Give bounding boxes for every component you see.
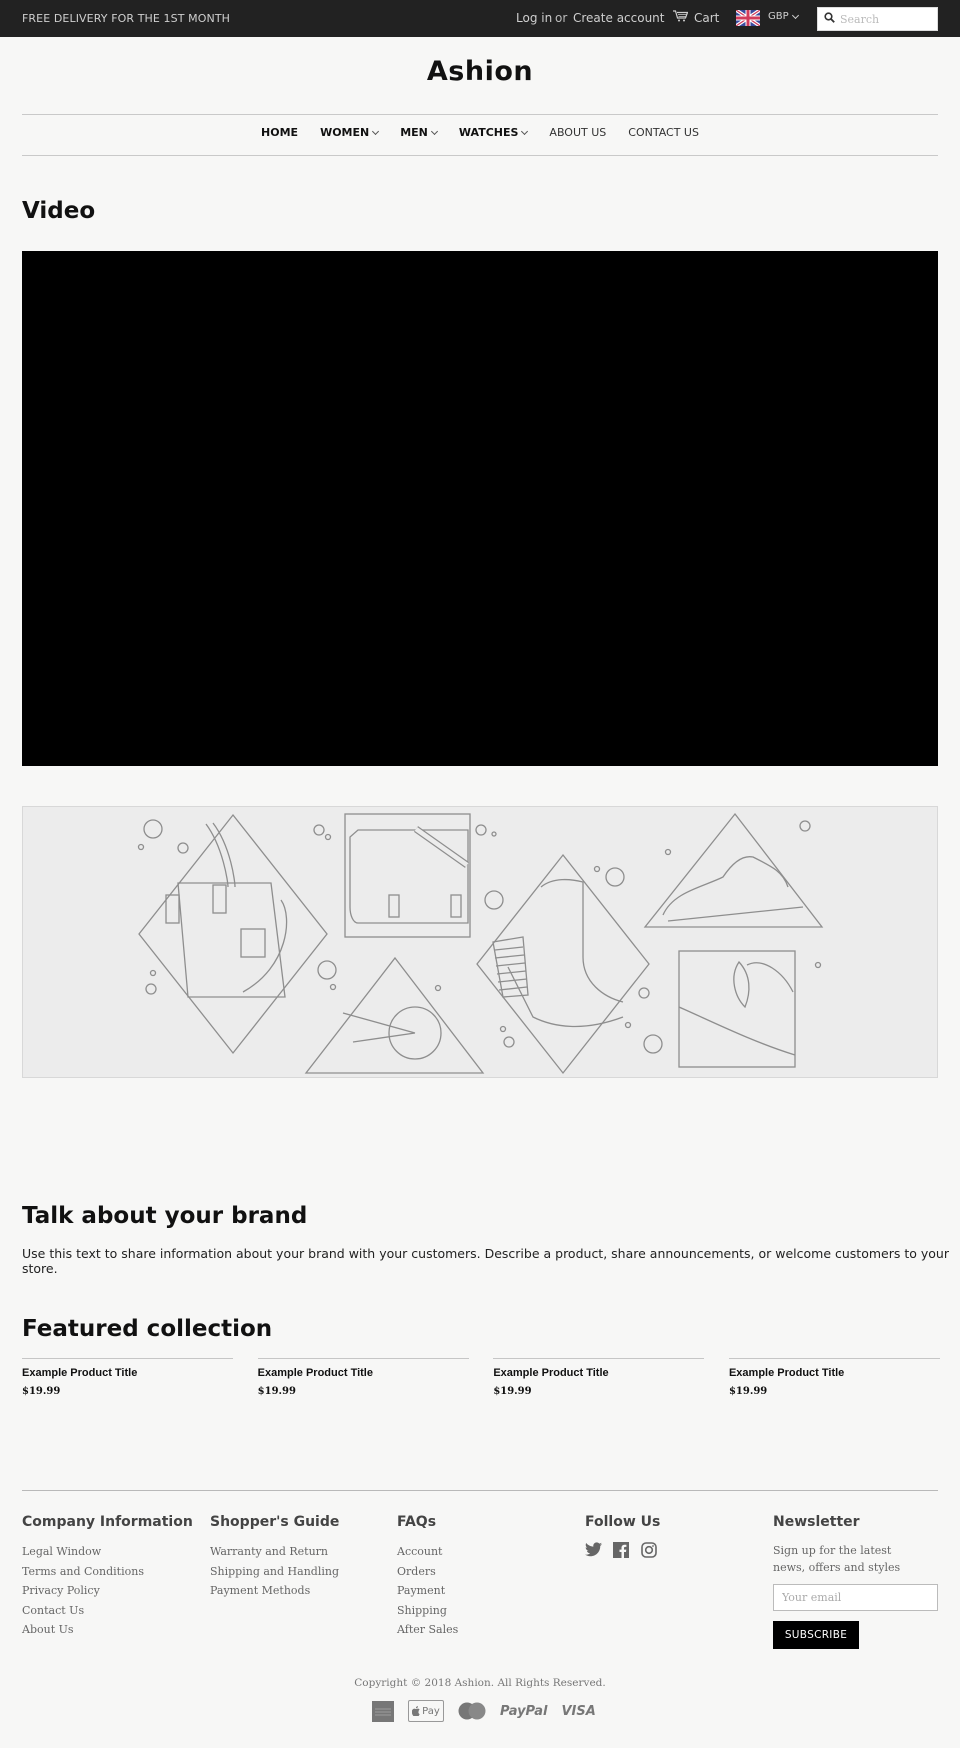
nav-divider-bottom [22, 155, 938, 156]
chevron-down-icon [372, 127, 380, 135]
nav-item-men[interactable]: MEN [400, 126, 438, 139]
search-icon [824, 12, 835, 26]
footer-newsletter-column: Newsletter Sign up for the latest news, … [773, 1514, 938, 1649]
product-price: $19.99 [257, 1386, 296, 1397]
main-nav: HOME WOMEN MEN WATCHES ABOUT US CONTACT … [0, 126, 960, 139]
footer-link-terms[interactable]: Terms and Conditions [22, 1562, 193, 1582]
social-links [585, 1542, 660, 1560]
nav-label: MEN [400, 126, 428, 139]
footer-link-payment[interactable]: Payment [397, 1581, 458, 1601]
nav-item-contact-us[interactable]: CONTACT US [628, 126, 699, 139]
chevron-down-icon [791, 11, 799, 19]
product-title[interactable]: Example Product Title [22, 1367, 233, 1379]
product-title[interactable]: Example Product Title [493, 1367, 704, 1379]
product-grid: Example Product Title $19.99 Example Pro… [22, 1358, 940, 1397]
footer-company-column: Company Information Legal Window Terms a… [22, 1514, 193, 1640]
newsletter-email-input[interactable] [773, 1584, 938, 1611]
cart-link[interactable]: Cart [673, 10, 719, 25]
nav-divider-top [22, 114, 938, 115]
footer-link-shipping-handling[interactable]: Shipping and Handling [210, 1562, 339, 1582]
product-card[interactable]: Example Product Title $19.99 [493, 1358, 705, 1397]
fashion-illustration [137, 812, 824, 1075]
illustration-banner [22, 806, 938, 1078]
amex-icon [372, 1700, 394, 1722]
product-price: $19.99 [22, 1386, 61, 1397]
search-input[interactable] [840, 12, 930, 26]
uk-flag-icon[interactable] [735, 8, 761, 28]
footer-link-account[interactable]: Account [397, 1542, 458, 1562]
product-card[interactable]: Example Product Title $19.99 [22, 1358, 233, 1397]
cart-icon [673, 10, 689, 25]
announcement-bar: FREE DELIVERY FOR THE 1ST MONTH Log in o… [0, 0, 960, 37]
site-logo[interactable]: Ashion [0, 56, 960, 87]
footer-link-orders[interactable]: Orders [397, 1562, 458, 1582]
footer-link-payment-methods[interactable]: Payment Methods [210, 1581, 339, 1601]
product-price: $19.99 [493, 1386, 532, 1397]
footer-faqs-column: FAQs Account Orders Payment Shipping Aft… [397, 1514, 458, 1640]
currency-selector[interactable]: GBP [768, 11, 799, 22]
product-price: $19.99 [728, 1386, 768, 1397]
product-title[interactable]: Example Product Title [258, 1367, 469, 1379]
brand-section-title: Talk about your brand [22, 1203, 308, 1229]
or-text: or [555, 11, 568, 25]
twitter-icon[interactable] [585, 1542, 603, 1560]
footer-heading: Shopper's Guide [210, 1514, 340, 1530]
newsletter-description: Sign up for the latest news, offers and … [773, 1544, 901, 1574]
footer-heading: Newsletter [773, 1514, 860, 1530]
nav-item-about-us[interactable]: ABOUT US [549, 126, 606, 139]
footer-link-about[interactable]: About Us [22, 1620, 193, 1640]
footer-link-contact[interactable]: Contact Us [22, 1601, 193, 1621]
apple-pay-label: Pay [422, 1705, 440, 1717]
footer-link-privacy[interactable]: Privacy Policy [22, 1581, 193, 1601]
footer-heading: FAQs [397, 1514, 437, 1530]
mastercard-icon [458, 1702, 486, 1720]
instagram-icon[interactable] [641, 1542, 659, 1560]
nav-label: HOME [261, 126, 299, 139]
footer-link-warranty[interactable]: Warranty and Return [210, 1542, 339, 1562]
nav-item-home[interactable]: HOME [261, 126, 298, 139]
footer-heading: Company Information [22, 1514, 193, 1530]
promo-text: FREE DELIVERY FOR THE 1ST MONTH [22, 12, 231, 25]
footer-link-legal-window[interactable]: Legal Window [22, 1542, 193, 1562]
footer-link-after-sales[interactable]: After Sales [397, 1620, 458, 1640]
login-link[interactable]: Log in [516, 11, 552, 25]
nav-item-women[interactable]: WOMEN [320, 126, 380, 139]
footer-follow-column: Follow Us [585, 1514, 660, 1560]
cart-label: Cart [694, 10, 720, 25]
payment-icons: Pay PayPal VISA [372, 1700, 596, 1722]
visa-icon: VISA [561, 1703, 596, 1719]
footer-divider [22, 1490, 938, 1491]
search-box[interactable] [817, 7, 938, 31]
create-account-link[interactable]: Create account [573, 11, 665, 25]
video-section-title: Video [22, 198, 96, 224]
paypal-icon: PayPal [500, 1703, 548, 1719]
product-card[interactable]: Example Product Title $19.99 [257, 1358, 469, 1397]
copyright-text: Copyright © 2018 Ashion. All Rights Rese… [354, 1677, 606, 1689]
nav-label: WOMEN [320, 126, 370, 139]
subscribe-button[interactable]: SUBSCRIBE [773, 1621, 859, 1649]
product-title[interactable]: Example Product Title [729, 1367, 940, 1379]
featured-section-title: Featured collection [22, 1316, 273, 1342]
nav-item-watches[interactable]: WATCHES [458, 126, 529, 139]
product-card[interactable]: Example Product Title $19.99 [728, 1358, 940, 1397]
nav-label: WATCHES [458, 126, 519, 139]
facebook-icon[interactable] [613, 1542, 631, 1560]
chevron-down-icon [430, 127, 438, 135]
footer-shopper-column: Shopper's Guide Warranty and Return Ship… [210, 1514, 339, 1601]
brand-description: Use this text to share information about… [22, 1246, 949, 1276]
nav-label: ABOUT US [549, 126, 607, 139]
footer-link-shipping[interactable]: Shipping [397, 1601, 458, 1621]
video-player[interactable] [22, 251, 938, 766]
currency-value: GBP [768, 11, 789, 22]
footer-heading: Follow Us [585, 1514, 661, 1530]
nav-label: CONTACT US [628, 126, 699, 139]
apple-pay-icon: Pay [408, 1700, 444, 1722]
chevron-down-icon [521, 127, 529, 135]
